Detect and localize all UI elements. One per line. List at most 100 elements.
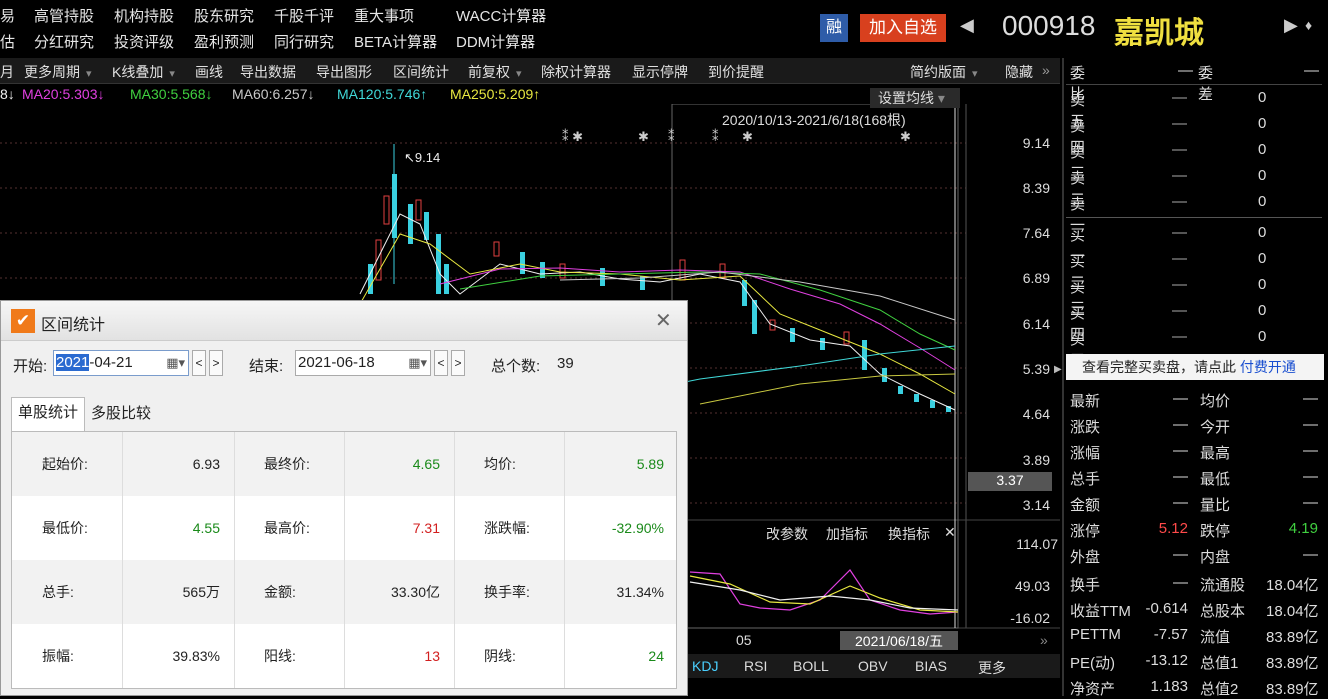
rong-badge[interactable]: 融 (820, 14, 848, 42)
y-tick: 3.14 (1022, 497, 1050, 513)
expand-icon[interactable]: » (1042, 62, 1050, 78)
tab-obv[interactable]: OBV (858, 658, 888, 674)
toolbar-adjust[interactable]: 前复权 (468, 62, 522, 82)
toolbar-month[interactable]: 月 (0, 62, 14, 82)
tab-rsi[interactable]: RSI (744, 658, 767, 674)
stat-value: — (1303, 494, 1318, 511)
toolbar-hide[interactable]: 隐藏 (1005, 62, 1033, 82)
close-icon[interactable]: ✕ (655, 308, 672, 333)
cursor-price-box: 3.37 (968, 472, 1052, 491)
toolbar-export-data[interactable]: 导出数据 (240, 62, 296, 82)
toolbar-draw-line[interactable]: 画线 (195, 62, 223, 82)
calendar-dropdown-icon[interactable]: ▦▾ (166, 351, 185, 375)
end-prev-button[interactable]: < (434, 350, 448, 376)
stat-cell-label: 起始价: (42, 456, 88, 472)
toolbar-kline-overlay[interactable]: K线叠加 (112, 62, 175, 82)
collapse-panel-icon[interactable]: ▶ (1054, 364, 1062, 375)
toolbar-price-alert[interactable]: 到价提醒 (708, 62, 764, 82)
edit-params-button[interactable]: 改参数 (766, 524, 808, 544)
set-ma-button[interactable]: 设置均线 ▾ (870, 88, 960, 108)
scroll-right-icon[interactable]: » (1040, 632, 1048, 648)
end-next-button[interactable]: > (451, 350, 465, 376)
svg-text:⁑: ⁑ (712, 129, 719, 144)
menu-item[interactable]: 重大事项 (354, 5, 414, 26)
stat-label: 涨停 (1070, 523, 1101, 540)
stat-cell-value: 24 (648, 648, 664, 664)
tab-multi-compare[interactable]: 多股比较 (87, 399, 155, 431)
menu-item[interactable]: 盈利预测 (194, 31, 254, 52)
stat-label: 总手 (1070, 471, 1101, 488)
menu-item[interactable]: 机构持股 (114, 5, 174, 26)
range-label: 2020/10/13-2021/6/18(168根) (722, 112, 906, 128)
close-icon[interactable]: ✕ (944, 524, 956, 541)
menu-item[interactable]: WACC计算器 (456, 5, 546, 26)
stat-cell-value: 7.31 (412, 520, 440, 536)
toolbar-range-stats[interactable]: 区间统计 (393, 62, 449, 82)
menu-item[interactable]: 同行研究 (274, 31, 334, 52)
start-prev-button[interactable]: < (192, 350, 206, 376)
stat-label: 流通股 (1200, 577, 1246, 594)
ind-tick: -16.02 (1010, 610, 1050, 626)
menu-item[interactable]: 易 (0, 5, 15, 26)
swap-indicator-button[interactable]: 换指标 (888, 524, 930, 544)
menu-item[interactable]: BETA计算器 (354, 31, 437, 52)
toolbar-xr-calc[interactable]: 除权计算器 (541, 62, 611, 82)
stat-value: -7.57 (1153, 626, 1188, 643)
tab-more[interactable]: 更多 (978, 658, 1006, 678)
stat-cell-value: 565万 (182, 584, 220, 600)
next-stock-icon[interactable]: ▶ (1284, 15, 1298, 36)
stat-label: 总股本 (1200, 603, 1246, 620)
toolbar-export-image[interactable]: 导出图形 (316, 62, 372, 82)
end-date-field[interactable]: 2021-06-18 ▦▾ (295, 350, 431, 376)
stat-value: — (1303, 416, 1318, 433)
stat-cell-value: 31.34% (616, 584, 664, 600)
menu-item[interactable]: 分红研究 (34, 31, 94, 52)
add-indicator-button[interactable]: 加指标 (826, 524, 868, 544)
toolbar-more-period[interactable]: 更多周期 (24, 62, 92, 82)
bell-icon[interactable]: ♦ (1305, 17, 1312, 33)
stat-cell-label: 阴线: (484, 648, 516, 664)
indicator-buttons: 改参数 加指标 换指标 ✕ (760, 524, 960, 544)
stat-cell-label: 振幅: (42, 648, 74, 664)
tab-kdj[interactable]: KDJ (692, 658, 718, 674)
stat-value: 83.89亿 (1266, 629, 1319, 646)
stat-cell-value: 13 (424, 648, 440, 664)
menu-item[interactable]: 股东研究 (194, 5, 254, 26)
y-tick: 8.39 (1022, 180, 1050, 196)
add-watchlist-button[interactable]: 加入自选 (860, 14, 946, 42)
paid-open-link[interactable]: 付费开通 (1240, 359, 1296, 375)
ma-label: MA120:5.746↑ (337, 86, 428, 102)
tab-single-stock[interactable]: 单股统计 (11, 397, 85, 431)
toolbar-simple-layout[interactable]: 简约版面 (910, 62, 978, 82)
menu-item[interactable]: 千股千评 (274, 5, 334, 26)
stat-label: 总值1 (1200, 655, 1239, 672)
stat-value: 5.12 (1158, 520, 1188, 537)
prev-stock-icon[interactable]: ◀ (960, 15, 974, 36)
stat-label: 最新 (1070, 393, 1101, 410)
tab-boll[interactable]: BOLL (793, 658, 829, 674)
calendar-dropdown-icon[interactable]: ▦▾ (408, 351, 427, 375)
stat-cell-label: 最低价: (42, 520, 88, 536)
tab-bias[interactable]: BIAS (915, 658, 947, 674)
stat-value: — (1303, 468, 1318, 485)
y-tick: 4.64 (1022, 406, 1050, 422)
stat-label: 金额 (1070, 497, 1101, 514)
y-tick: 3.89 (1022, 452, 1050, 468)
menu-item[interactable]: 估 (0, 31, 15, 52)
y-tick: 6.14 (1022, 316, 1050, 332)
ma-label: MA30:5.568↓ (130, 86, 213, 102)
toolbar-show-halt[interactable]: 显示停牌 (632, 62, 688, 82)
svg-text:✱: ✱ (742, 129, 753, 144)
ma-label: MA20:5.303↓ (22, 86, 105, 102)
stat-cell-value: 4.65 (412, 456, 440, 472)
full-orderbook-promo[interactable]: 查看完整买卖盘，请点此 付费开通 (1066, 354, 1324, 380)
start-date-field[interactable]: 2021-04-21 ▦▾ (53, 350, 189, 376)
stock-name: 嘉凯城 (1114, 17, 1204, 50)
stat-cell-label: 金额: (264, 584, 296, 600)
start-next-button[interactable]: > (209, 350, 223, 376)
menu-item[interactable]: 高管持股 (34, 5, 94, 26)
menu-item[interactable]: DDM计算器 (456, 31, 535, 52)
dialog-titlebar[interactable]: ✔ 区间统计 ✕ (1, 301, 687, 341)
menu-item[interactable]: 投资评级 (114, 31, 174, 52)
stock-code: 000918 (1002, 10, 1096, 41)
